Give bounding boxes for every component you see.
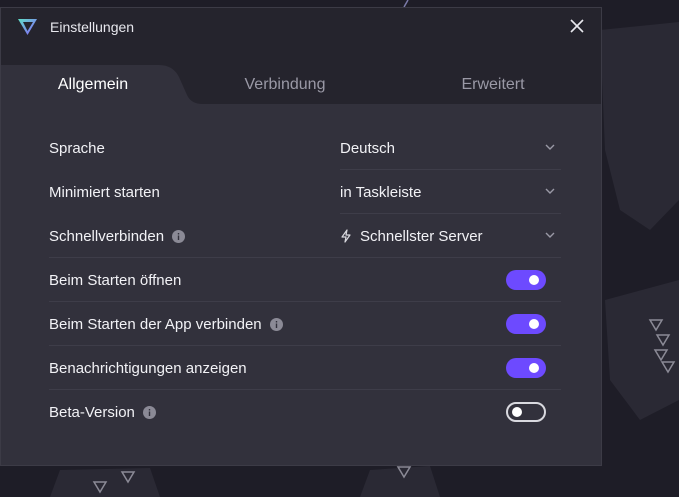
open-on-start-toggle[interactable] <box>506 270 546 290</box>
settings-window: Einstellungen Allgemein Verbindung Erwei… <box>0 7 602 466</box>
toggle-knob <box>529 275 539 285</box>
beta-label-wrap: Beta-Version <box>49 404 156 421</box>
setting-quick-connect: Schnellverbinden Schnellster Server <box>49 214 561 258</box>
toggle-knob <box>529 319 539 329</box>
setting-language: Sprache Deutsch <box>49 126 561 170</box>
close-icon[interactable] <box>567 16 587 36</box>
connect-on-app-start-toggle[interactable] <box>506 314 546 334</box>
tab-erweitert[interactable]: Erweitert <box>393 65 593 104</box>
start-minimized-select[interactable]: in Taskleiste <box>340 170 561 214</box>
chevron-down-icon <box>545 232 555 238</box>
show-notifications-label: Benachrichtigungen anzeigen <box>49 359 247 377</box>
quick-connect-select[interactable]: Schnellster Server <box>340 214 561 258</box>
info-icon[interactable] <box>142 405 156 419</box>
toggle-knob <box>512 407 522 417</box>
language-value: Deutsch <box>340 139 396 157</box>
window-title: Einstellungen <box>50 19 135 35</box>
tab-allgemein[interactable]: Allgemein <box>1 65 185 104</box>
settings-list: Sprache Deutsch Minimiert starten in Tas… <box>49 126 561 434</box>
tab-bar: Allgemein Verbindung Erweitert <box>1 45 601 104</box>
quick-connect-value: Schnellster Server <box>360 227 483 245</box>
titlebar: Einstellungen <box>1 8 601 45</box>
chevron-down-icon <box>545 188 555 194</box>
beta-toggle[interactable] <box>506 402 546 422</box>
connect-on-app-start-label: Beim Starten der App verbinden <box>49 315 262 333</box>
setting-beta: Beta-Version <box>49 390 561 434</box>
language-select[interactable]: Deutsch <box>340 126 561 170</box>
setting-start-minimized: Minimiert starten in Taskleiste <box>49 170 561 214</box>
show-notifications-toggle[interactable] <box>506 358 546 378</box>
connect-on-app-start-label-wrap: Beim Starten der App verbinden <box>49 316 283 333</box>
bolt-icon <box>341 229 351 243</box>
info-icon[interactable] <box>172 229 186 243</box>
quick-connect-label: Schnellverbinden <box>49 227 165 245</box>
setting-open-on-start: Beim Starten öffnen <box>49 258 561 302</box>
protonvpn-logo-icon <box>18 19 37 35</box>
setting-connect-on-app-start: Beim Starten der App verbinden <box>49 302 561 346</box>
start-minimized-value: in Taskleiste <box>340 183 422 201</box>
chevron-down-icon <box>545 144 555 150</box>
language-label: Sprache <box>49 139 105 157</box>
info-icon[interactable] <box>269 317 283 331</box>
setting-show-notifications: Benachrichtigungen anzeigen <box>49 346 561 390</box>
toggle-knob <box>529 363 539 373</box>
quick-connect-label-wrap: Schnellverbinden <box>49 227 186 245</box>
start-minimized-label: Minimiert starten <box>49 183 160 201</box>
open-on-start-label: Beim Starten öffnen <box>49 271 182 289</box>
tab-verbindung[interactable]: Verbindung <box>185 65 385 104</box>
beta-label: Beta-Version <box>49 403 135 421</box>
